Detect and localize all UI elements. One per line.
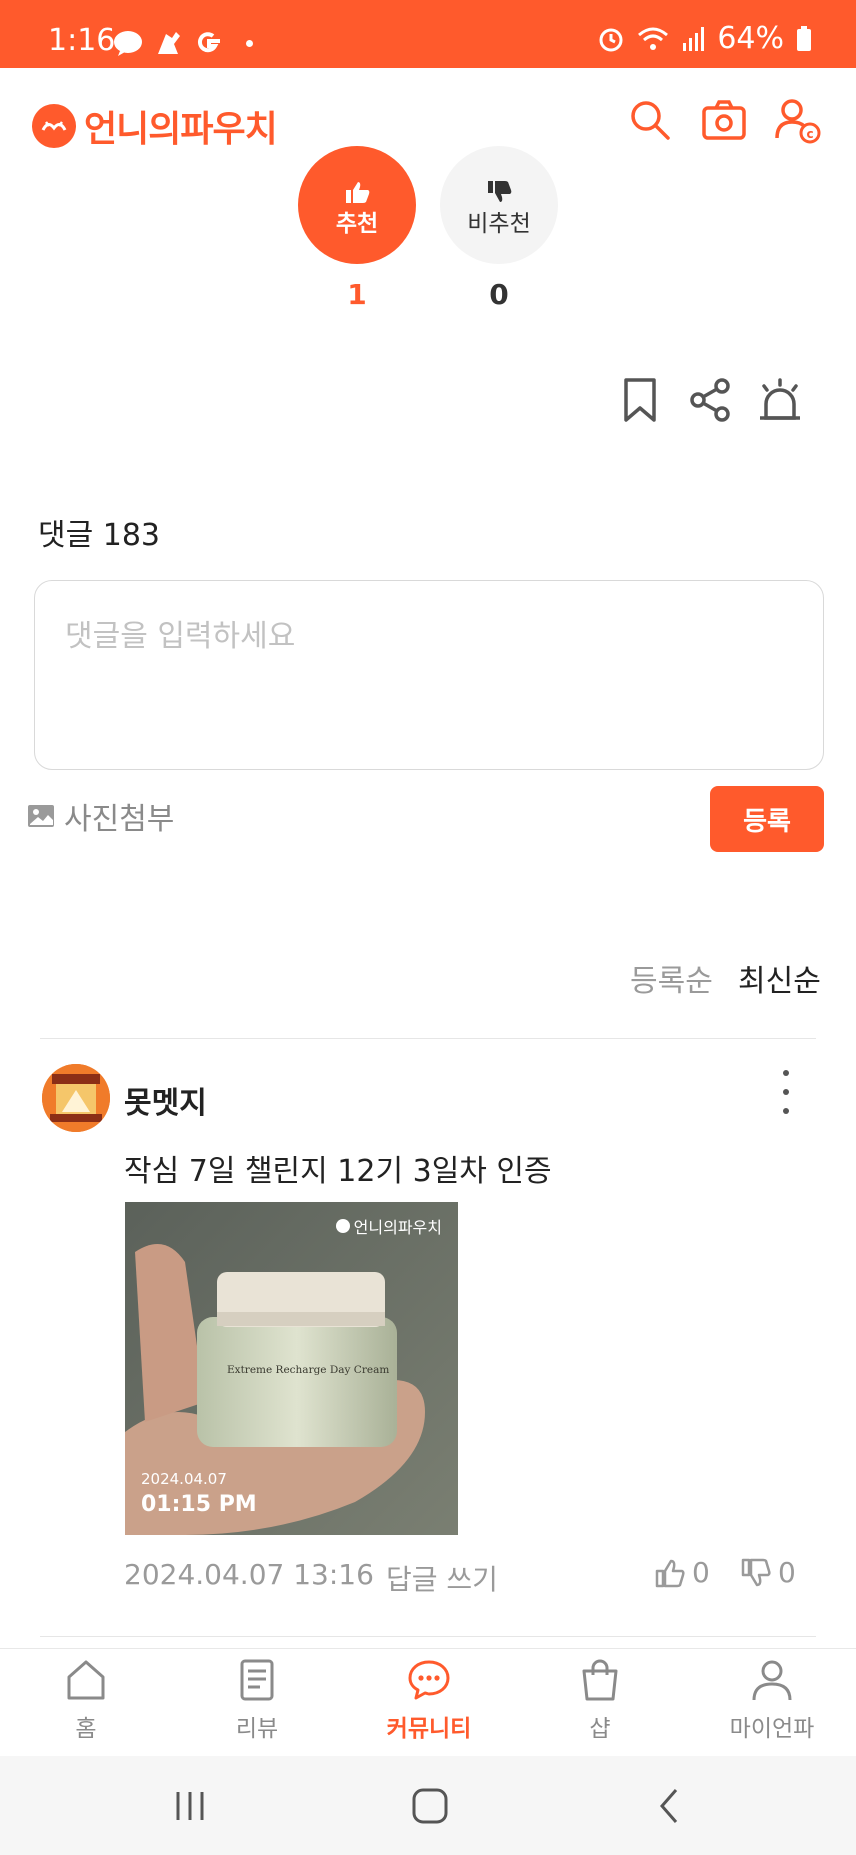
- submit-comment-button[interactable]: 등록: [710, 786, 824, 852]
- alarm-icon: [599, 28, 623, 52]
- recent-apps-icon[interactable]: [168, 1784, 212, 1828]
- comment-input[interactable]: [34, 580, 824, 770]
- home-button-icon[interactable]: [408, 1784, 452, 1828]
- bottom-navigation: 홈 리뷰 커뮤니티 샵 마이언파: [0, 1648, 856, 1756]
- divider: [40, 1038, 816, 1039]
- comment-datetime: 2024.04.07 13:16: [124, 1558, 374, 1591]
- thumbs-down-icon: [741, 1558, 771, 1586]
- comment-like-count: 0: [692, 1556, 710, 1589]
- attach-photo-label: 사진첨부: [64, 802, 175, 837]
- product-name-on-jar: Extreme Recharge Day Cream: [227, 1364, 390, 1376]
- comment-dislike-button[interactable]: 0: [740, 1556, 796, 1589]
- search-icon[interactable]: [626, 96, 674, 144]
- status-time: 1:16: [48, 23, 116, 58]
- status-bar: 1:16 64%: [0, 0, 856, 68]
- chat-notification-icon: [114, 31, 142, 56]
- app-header: 언니의파우치 c: [0, 68, 856, 176]
- notification-icons: [112, 28, 253, 58]
- home-icon: [67, 1660, 105, 1700]
- reply-button[interactable]: 답글 쓰기: [386, 1558, 498, 1598]
- photo-watermark: 언니의파우치: [335, 1214, 442, 1238]
- google-icon: [197, 32, 220, 53]
- share-icon[interactable]: [686, 376, 734, 424]
- comment-text: 작심 7일 챌린지 12기 3일차 인증: [124, 1154, 552, 1189]
- logo-icon: [32, 104, 76, 148]
- nav-community[interactable]: 커뮤니티: [369, 1657, 489, 1743]
- back-icon[interactable]: [648, 1784, 692, 1828]
- nav-my-page[interactable]: 마이언파: [712, 1657, 832, 1743]
- battery-percent: 64%: [717, 21, 784, 56]
- chat-icon: [408, 1660, 450, 1700]
- user-icon: [752, 1660, 792, 1701]
- attach-photo-button[interactable]: 사진첨부: [26, 794, 174, 838]
- thumbs-down-icon: [488, 181, 512, 202]
- thumbs-up-icon: [655, 1559, 685, 1587]
- thumbs-up-icon: [346, 182, 370, 203]
- app-notification-icon: [158, 32, 180, 54]
- sort-by-latest[interactable]: 최신순: [738, 956, 821, 1000]
- nav-home[interactable]: 홈: [26, 1657, 146, 1743]
- camera-icon[interactable]: [700, 96, 748, 144]
- profile-icon[interactable]: c: [774, 96, 822, 144]
- bookmark-icon[interactable]: [616, 376, 664, 424]
- battery-icon: [797, 26, 811, 51]
- comments-count-title: 댓글 183: [38, 518, 160, 553]
- system-status-icons: 64%: [597, 24, 812, 54]
- report-icon[interactable]: [756, 376, 804, 424]
- app-name: 언니의파우치: [84, 109, 278, 150]
- more-notifications-dot: [246, 39, 253, 47]
- not-recommend-label: 비추천: [467, 211, 531, 237]
- recommend-button[interactable]: 추천: [298, 146, 416, 264]
- system-navigation-bar: [0, 1756, 856, 1855]
- nav-shop[interactable]: 샵: [540, 1657, 660, 1743]
- review-icon: [240, 1659, 274, 1701]
- recommend-count: 1: [347, 278, 367, 311]
- comment-photo[interactable]: 언니의파우치 Extreme Recharge Day Cream 2024.0…: [125, 1202, 458, 1535]
- nav-review[interactable]: 리뷰: [197, 1657, 317, 1743]
- shopping-bag-icon: [582, 1659, 618, 1701]
- photo-time: 01:15 PM: [141, 1492, 257, 1517]
- app-logo[interactable]: 언니의파우치: [32, 100, 278, 152]
- divider: [40, 1636, 816, 1637]
- signal-icon: [683, 27, 705, 51]
- recommend-label: 추천: [335, 211, 379, 237]
- not-recommend-button[interactable]: 비추천: [440, 146, 558, 264]
- avatar[interactable]: [42, 1064, 110, 1132]
- image-icon: [28, 805, 54, 827]
- not-recommend-count: 0: [489, 278, 509, 311]
- comment-dislike-count: 0: [778, 1556, 796, 1589]
- svg-text:c: c: [806, 127, 813, 141]
- watermark-logo-icon: [335, 1219, 350, 1233]
- comment-like-button[interactable]: 0: [654, 1556, 710, 1589]
- more-options-icon[interactable]: [774, 1070, 798, 1114]
- wifi-icon: [638, 27, 669, 50]
- sort-by-registration[interactable]: 등록순: [630, 956, 713, 1000]
- comment-author[interactable]: 못멧지: [124, 1078, 207, 1122]
- photo-date: 2024.04.07: [141, 1470, 227, 1488]
